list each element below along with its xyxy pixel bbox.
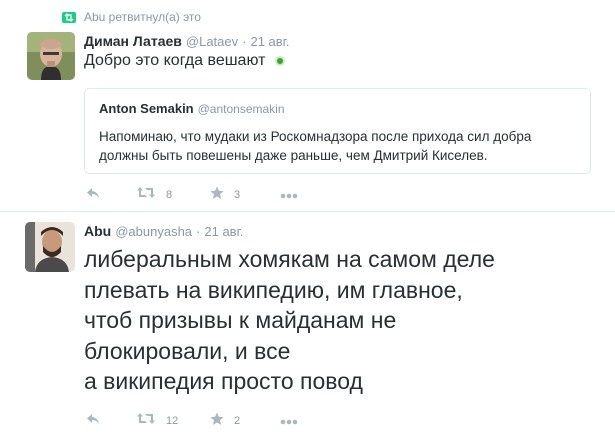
username[interactable]: @abunyasha xyxy=(115,224,192,239)
username[interactable]: @Lataev xyxy=(186,34,238,49)
more-icon xyxy=(280,412,298,430)
retweet-count: 12 xyxy=(166,415,179,427)
status-dot-icon xyxy=(275,56,286,66)
tweet-text-line: чтоб призывы к майданам не xyxy=(84,307,397,333)
tweet-text-content: Добро это когда вешают xyxy=(84,52,266,69)
retweet-icon xyxy=(136,186,156,204)
fullname[interactable]: Диман Латаев xyxy=(84,33,182,49)
quoted-username: @antonsemakin xyxy=(197,102,285,116)
favorite-button[interactable]: 2 xyxy=(210,412,241,431)
tweet-text-line: либеральным хомякам на самом деле xyxy=(84,246,495,272)
more-button[interactable] xyxy=(280,413,298,429)
separator: · xyxy=(242,34,247,49)
reply-button[interactable] xyxy=(86,413,100,429)
tweet[interactable]: Abu ретвитнул(а) это Диман Латаев @Latae… xyxy=(0,0,615,212)
tweet-header: Диман Латаев @Lataev · 21 авг. xyxy=(84,33,289,49)
retweet-button[interactable]: 8 xyxy=(136,187,172,203)
tweet-actions: 8 3 xyxy=(84,186,384,205)
retweeted-icon xyxy=(62,11,76,23)
favorite-icon xyxy=(210,186,224,205)
reply-icon xyxy=(86,412,100,430)
retweet-context: Abu ретвитнул(а) это xyxy=(62,9,201,25)
tweet[interactable]: Abu @abunyasha · 21 авг. либеральным хом… xyxy=(0,212,615,443)
quoted-tweet-header: Anton Semakin @antonsemakin xyxy=(99,101,285,116)
more-button[interactable] xyxy=(280,187,298,203)
quoted-tweet[interactable]: Anton Semakin @antonsemakin Напоминаю, ч… xyxy=(84,88,591,174)
avatar[interactable] xyxy=(27,32,75,80)
retweet-button[interactable]: 12 xyxy=(136,413,178,429)
favorite-button[interactable]: 3 xyxy=(210,186,241,205)
tweet-text: Добро это когда вешают xyxy=(84,52,286,70)
avatar[interactable] xyxy=(25,222,75,272)
tweet-text-line: блокировали, и все xyxy=(84,337,291,364)
retweet-icon xyxy=(136,412,156,430)
retweet-count: 8 xyxy=(166,189,173,201)
more-icon xyxy=(280,186,298,204)
tweet-text: либеральным хомякам на самом деле плеват… xyxy=(84,244,604,397)
fullname[interactable]: Abu xyxy=(84,223,111,239)
favorite-count: 3 xyxy=(234,189,241,201)
tweet-header: Abu @abunyasha · 21 авг. xyxy=(84,223,243,239)
timestamp[interactable]: 21 авг. xyxy=(204,224,243,239)
separator: · xyxy=(196,224,201,239)
tweet-text-line: плевать на википедию, им главное, xyxy=(84,276,463,303)
reply-button[interactable] xyxy=(86,187,100,203)
tweet-actions: 12 2 xyxy=(84,412,384,431)
favorite-count: 2 xyxy=(234,415,241,427)
quoted-tweet-text: Напоминаю, что мудаки из Роскомнадзора п… xyxy=(99,129,532,163)
tweet-text-line: а википедия просто повод xyxy=(84,368,363,394)
quoted-fullname: Anton Semakin xyxy=(99,101,194,116)
timestamp[interactable]: 21 авг. xyxy=(250,34,289,49)
reply-icon xyxy=(86,186,100,204)
retweet-context-text[interactable]: Abu ретвитнул(а) это xyxy=(84,10,201,24)
favorite-icon xyxy=(210,412,224,431)
